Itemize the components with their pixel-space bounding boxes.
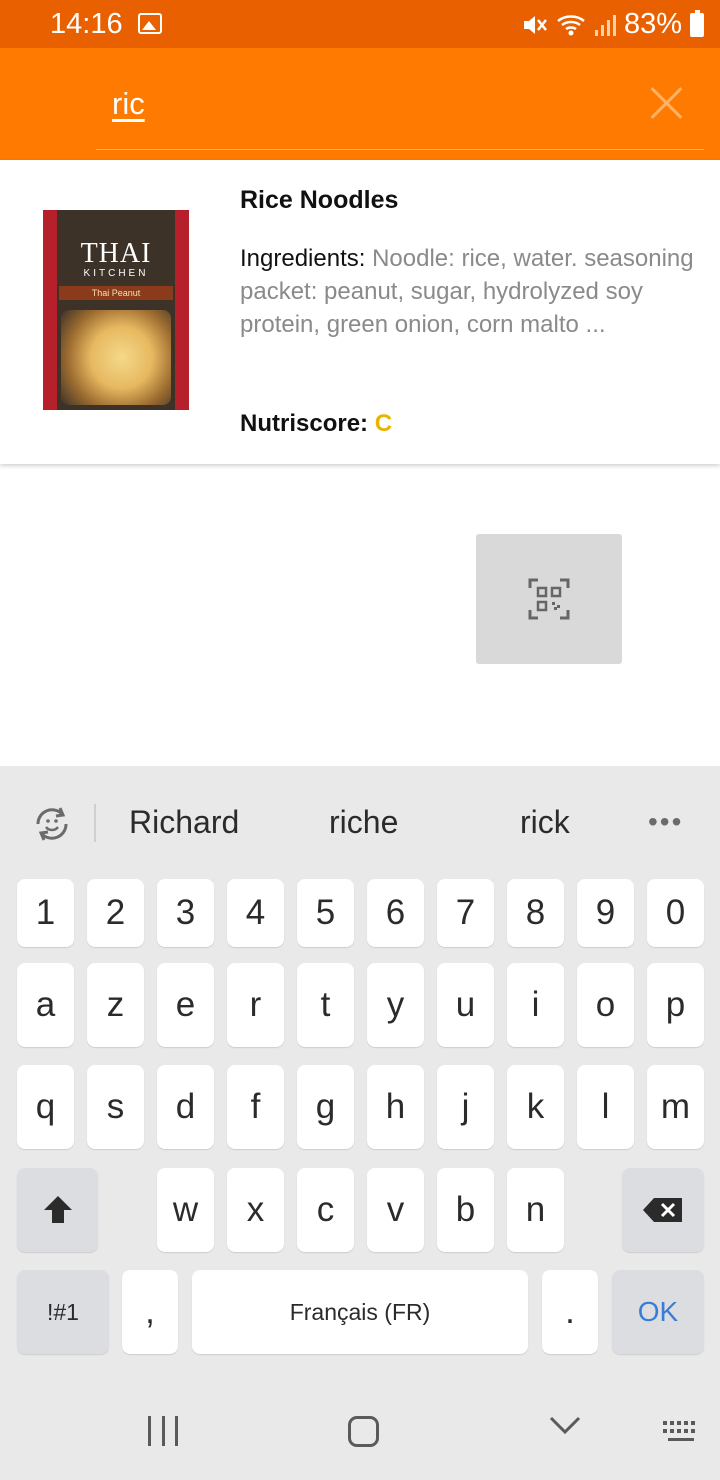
status-time: 14:16 [50,8,123,40]
letter-key-i[interactable]: i [507,963,564,1047]
product-result-card[interactable]: THAI KITCHEN Thai Peanut Rice Noodles In… [0,160,720,464]
suggestion-2[interactable]: riche [329,804,398,841]
search-header: ric [0,48,720,160]
product-image-food [61,310,171,405]
letter-key-k[interactable]: k [507,1065,564,1149]
letter-key-v[interactable]: v [367,1168,424,1252]
letter-key-w[interactable]: w [157,1168,214,1252]
suggestion-bar: Richard riche rick ••• [0,766,720,878]
battery-percent: 83% [623,8,682,40]
letter-key-d[interactable]: d [157,1065,214,1149]
status-right: 83% [522,8,704,41]
product-ingredients: Ingredients: Noodle: rice, water. season… [240,242,700,341]
recents-icon[interactable] [148,1416,178,1446]
letter-key-m[interactable]: m [647,1065,704,1149]
nutriscore: Nutriscore: C [240,410,392,438]
keyboard: Richard riche rick ••• 1234567890 azertyu… [0,766,720,1480]
letter-key-l[interactable]: l [577,1065,634,1149]
number-key-2[interactable]: 2 [87,879,144,947]
number-key-1[interactable]: 1 [17,879,74,947]
number-key-9[interactable]: 9 [577,879,634,947]
more-options-icon[interactable]: ••• [648,806,683,838]
letter-key-r[interactable]: r [227,963,284,1047]
hide-keyboard-icon[interactable] [549,1416,581,1436]
letter-key-q[interactable]: q [17,1065,74,1149]
battery-icon [690,9,704,37]
letter-key-g[interactable]: g [297,1065,354,1149]
letter-key-u[interactable]: u [437,963,494,1047]
number-key-3[interactable]: 3 [157,879,214,947]
navigation-bar [0,1386,720,1480]
suggestion-divider [94,804,96,842]
search-input[interactable]: ric [112,86,145,122]
scan-barcode-button[interactable] [476,534,622,664]
letter-key-z[interactable]: z [87,963,144,1047]
mute-icon [523,15,547,34]
number-key-8[interactable]: 8 [507,879,564,947]
suggestion-1[interactable]: Richard [129,804,239,841]
number-key-4[interactable]: 4 [227,879,284,947]
product-image-flavor: Thai Peanut [59,286,173,300]
letter-key-s[interactable]: s [87,1065,144,1149]
backspace-key[interactable] [622,1168,704,1252]
gallery-icon [138,13,162,34]
symbols-key[interactable]: !#1 [17,1270,109,1354]
number-key-6[interactable]: 6 [367,879,424,947]
qr-code-icon [528,578,570,620]
letter-key-f[interactable]: f [227,1065,284,1149]
period-key[interactable]: . [542,1270,598,1354]
product-image-sub: KITCHEN [83,268,149,279]
ok-key[interactable]: OK [612,1270,704,1354]
letter-key-c[interactable]: c [297,1168,354,1252]
letter-key-y[interactable]: y [367,963,424,1047]
search-underline [96,149,704,150]
product-image-brand: THAI [80,238,152,269]
letter-key-n[interactable]: n [507,1168,564,1252]
number-key-0[interactable]: 0 [647,879,704,947]
product-name: Rice Noodles [240,186,399,214]
keyboard-switch-icon[interactable] [662,1420,700,1444]
suggestion-3[interactable]: rick [520,804,570,841]
number-key-7[interactable]: 7 [437,879,494,947]
nutriscore-label: Nutriscore: [240,410,375,437]
letter-key-a[interactable]: a [17,963,74,1047]
product-image: THAI KITCHEN Thai Peanut [43,210,189,410]
letter-key-o[interactable]: o [577,963,634,1047]
nutriscore-grade: C [374,410,393,437]
product-image-packaging: THAI KITCHEN Thai Peanut [57,210,175,410]
shift-arrow-icon [43,1196,72,1223]
number-key-5[interactable]: 5 [297,879,354,947]
letter-key-p[interactable]: p [647,963,704,1047]
letter-key-j[interactable]: j [437,1065,494,1149]
status-icons [522,13,616,37]
letter-key-e[interactable]: e [157,963,214,1047]
status-bar: 14:16 83% [0,0,720,48]
home-icon[interactable] [348,1416,379,1447]
letter-key-x[interactable]: x [227,1168,284,1252]
letter-key-b[interactable]: b [437,1168,494,1252]
comma-key[interactable]: , [122,1270,178,1354]
letter-key-h[interactable]: h [367,1065,424,1149]
ingredients-label: Ingredients: [240,245,373,272]
emoji-refresh-icon[interactable] [30,802,74,846]
close-icon[interactable] [650,86,684,120]
signal-icon [594,14,616,36]
shift-key[interactable] [17,1168,98,1252]
space-key[interactable]: Français (FR) [192,1270,528,1354]
wifi-icon [557,14,585,35]
letter-key-t[interactable]: t [297,963,354,1047]
backspace-icon [643,1198,682,1222]
